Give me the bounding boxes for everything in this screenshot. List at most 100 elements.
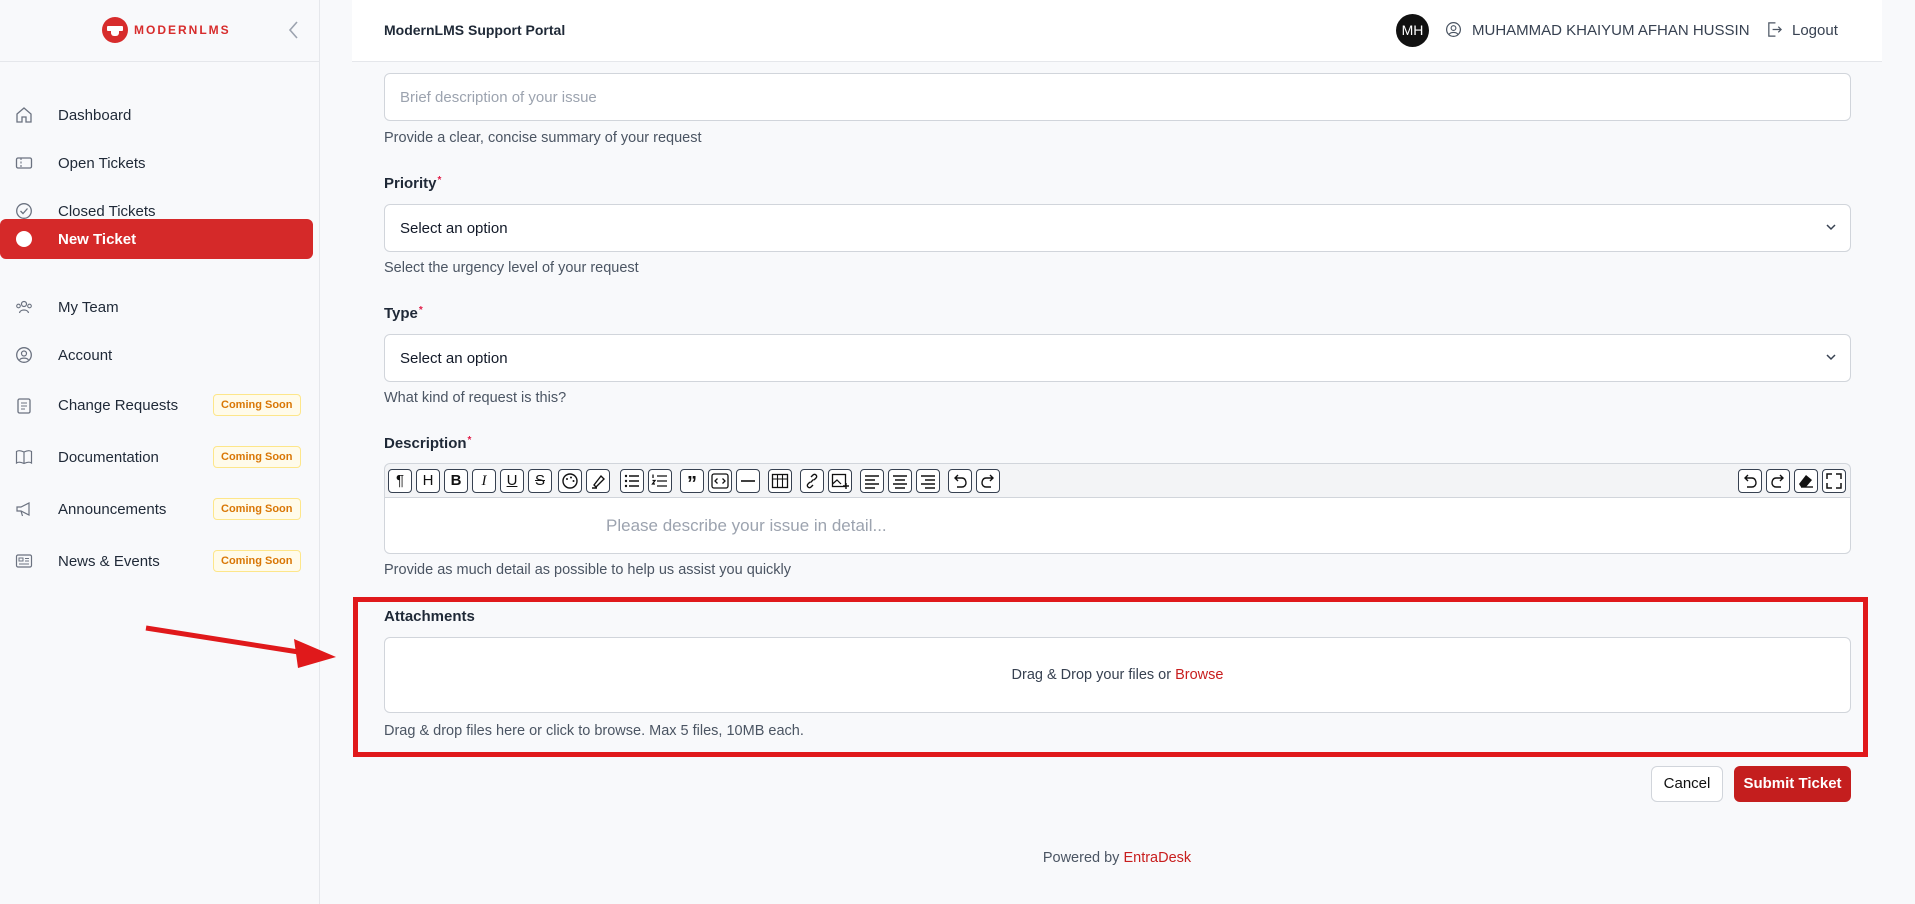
heading-icon[interactable]: H [416,469,440,493]
user-icon [1445,21,1462,38]
graduation-cap-logo-icon [102,17,128,43]
sidebar-item-label: Open Tickets [58,154,146,172]
sidebar: MODERNLMS Dashboard Open Tickets Closed … [0,0,336,904]
sidebar-item-my-team[interactable]: My Team [0,287,313,327]
sidebar-item-account[interactable]: Account [0,335,313,375]
sidebar-item-dashboard[interactable]: Dashboard [0,95,313,135]
submit-ticket-button[interactable]: Submit Ticket [1734,766,1851,802]
table-icon[interactable] [768,469,792,493]
sidebar-item-label: New Ticket [58,230,137,248]
browse-link[interactable]: Browse [1175,667,1223,683]
type-value: Select an option [400,350,508,367]
logout-button[interactable]: Logout [1792,22,1838,39]
coming-soon-badge: Coming Soon [213,446,301,468]
sidebar-item-documentation[interactable]: Documentation Coming Soon [0,437,313,477]
sidebar-item-label: Announcements [58,500,167,518]
quote-icon[interactable]: ” [680,469,704,495]
italic-icon[interactable]: I [472,469,496,493]
priority-help: Select the urgency level of your request [384,260,639,276]
coming-soon-badge: Coming Soon [213,498,301,520]
align-center-icon[interactable] [888,469,912,493]
chevron-down-icon [1824,221,1838,233]
numbered-list-icon[interactable] [648,469,672,493]
strikethrough-icon[interactable]: S [528,469,552,493]
subject-help: Provide a clear, concise summary of your… [384,130,702,146]
attachments-label: Attachments [384,608,475,625]
highlight-icon[interactable] [586,469,610,493]
cancel-button[interactable]: Cancel [1651,766,1723,802]
bullet-list-icon[interactable] [620,469,644,493]
paragraph-icon[interactable]: ¶ [388,469,412,493]
align-right-icon[interactable] [916,469,940,493]
sidebar-item-label: Closed Tickets [58,202,156,220]
description-placeholder: Please describe your issue in detail... [606,516,887,535]
type-label: Type* [384,305,423,322]
description-label: Description* [384,435,472,452]
sidebar-item-announcements[interactable]: Announcements Coming Soon [0,489,313,529]
sidebar-item-label: News & Events [58,552,160,570]
team-icon [15,298,33,316]
underline-icon[interactable]: U [500,469,524,493]
horizontal-rule-icon[interactable] [736,469,760,493]
undo-icon[interactable] [948,469,972,493]
subject-placeholder: Brief description of your issue [400,89,597,106]
fullscreen-icon[interactable] [1822,469,1846,493]
subject-input[interactable]: Brief description of your issue [384,73,1851,121]
user-circle-icon [15,346,33,364]
priority-label: Priority* [384,175,442,192]
logout-icon[interactable] [1766,21,1783,38]
plus-circle-icon [15,230,33,248]
image-icon[interactable] [828,469,852,493]
user-name[interactable]: MUHAMMAD KHAIYUM AFHAN HUSSIN [1472,22,1750,39]
footer: Powered by EntraDesk [352,850,1882,866]
logo[interactable]: MODERNLMS [102,17,231,43]
coming-soon-badge: Coming Soon [213,550,301,572]
sidebar-item-open-tickets[interactable]: Open Tickets [0,143,313,183]
top-header: ModernLMS Support Portal MH MUHAMMAD KHA… [352,0,1882,62]
sidebar-item-new-ticket[interactable]: New Ticket [0,219,313,259]
powered-by-text: Powered by [1042,850,1124,866]
ticket-icon [15,154,33,172]
annotation-arrow [145,625,336,668]
sidebar-item-news-events[interactable]: News & Events Coming Soon [0,541,313,581]
avatar[interactable]: MH [1396,14,1429,47]
undo-icon[interactable] [1738,469,1762,493]
newspaper-icon [15,552,33,570]
megaphone-icon [15,500,33,518]
file-dropzone[interactable]: Drag & Drop your files or Browse [384,637,1851,713]
book-icon [15,448,33,466]
clipboard-icon [15,396,33,414]
logo-row: MODERNLMS [0,0,319,62]
redo-icon[interactable] [976,469,1000,493]
editor-toolbar: ¶ H B I U S ” [384,463,1851,497]
coming-soon-badge: Coming Soon [213,394,301,416]
chevron-down-icon [1824,351,1838,363]
attachments-help: Drag & drop files here or click to brows… [384,723,804,739]
home-icon [15,106,33,124]
bold-icon[interactable]: B [444,469,468,493]
dropzone-text: Drag & Drop your files or Browse [1011,667,1224,683]
priority-value: Select an option [400,220,508,237]
sidebar-item-label: Documentation [58,448,159,466]
sidebar-item-label: Change Requests [58,396,179,414]
type-help: What kind of request is this? [384,390,567,406]
eraser-icon[interactable] [1794,469,1818,493]
redo-icon[interactable] [1766,469,1790,493]
sidebar-item-label: My Team [58,298,119,316]
sidebar-item-change-requests[interactable]: Change Requests Coming Soon [0,385,313,425]
sidebar-item-label: Account [58,346,113,364]
type-select[interactable]: Select an option [384,334,1851,382]
logo-text: MODERNLMS [134,23,231,37]
description-editor[interactable]: Please describe your issue in detail... [384,497,1851,554]
check-circle-icon [15,202,33,220]
priority-select[interactable]: Select an option [384,204,1851,252]
description-help: Provide as much detail as possible to he… [384,562,792,578]
align-left-icon[interactable] [860,469,884,493]
code-block-icon[interactable] [708,469,732,493]
palette-icon[interactable] [558,469,582,493]
sidebar-item-label: Dashboard [58,106,132,124]
page-title: ModernLMS Support Portal [384,22,566,38]
collapse-sidebar-icon[interactable] [284,18,304,42]
link-icon[interactable] [800,469,824,493]
entradesk-link[interactable]: EntraDesk [1123,850,1191,866]
